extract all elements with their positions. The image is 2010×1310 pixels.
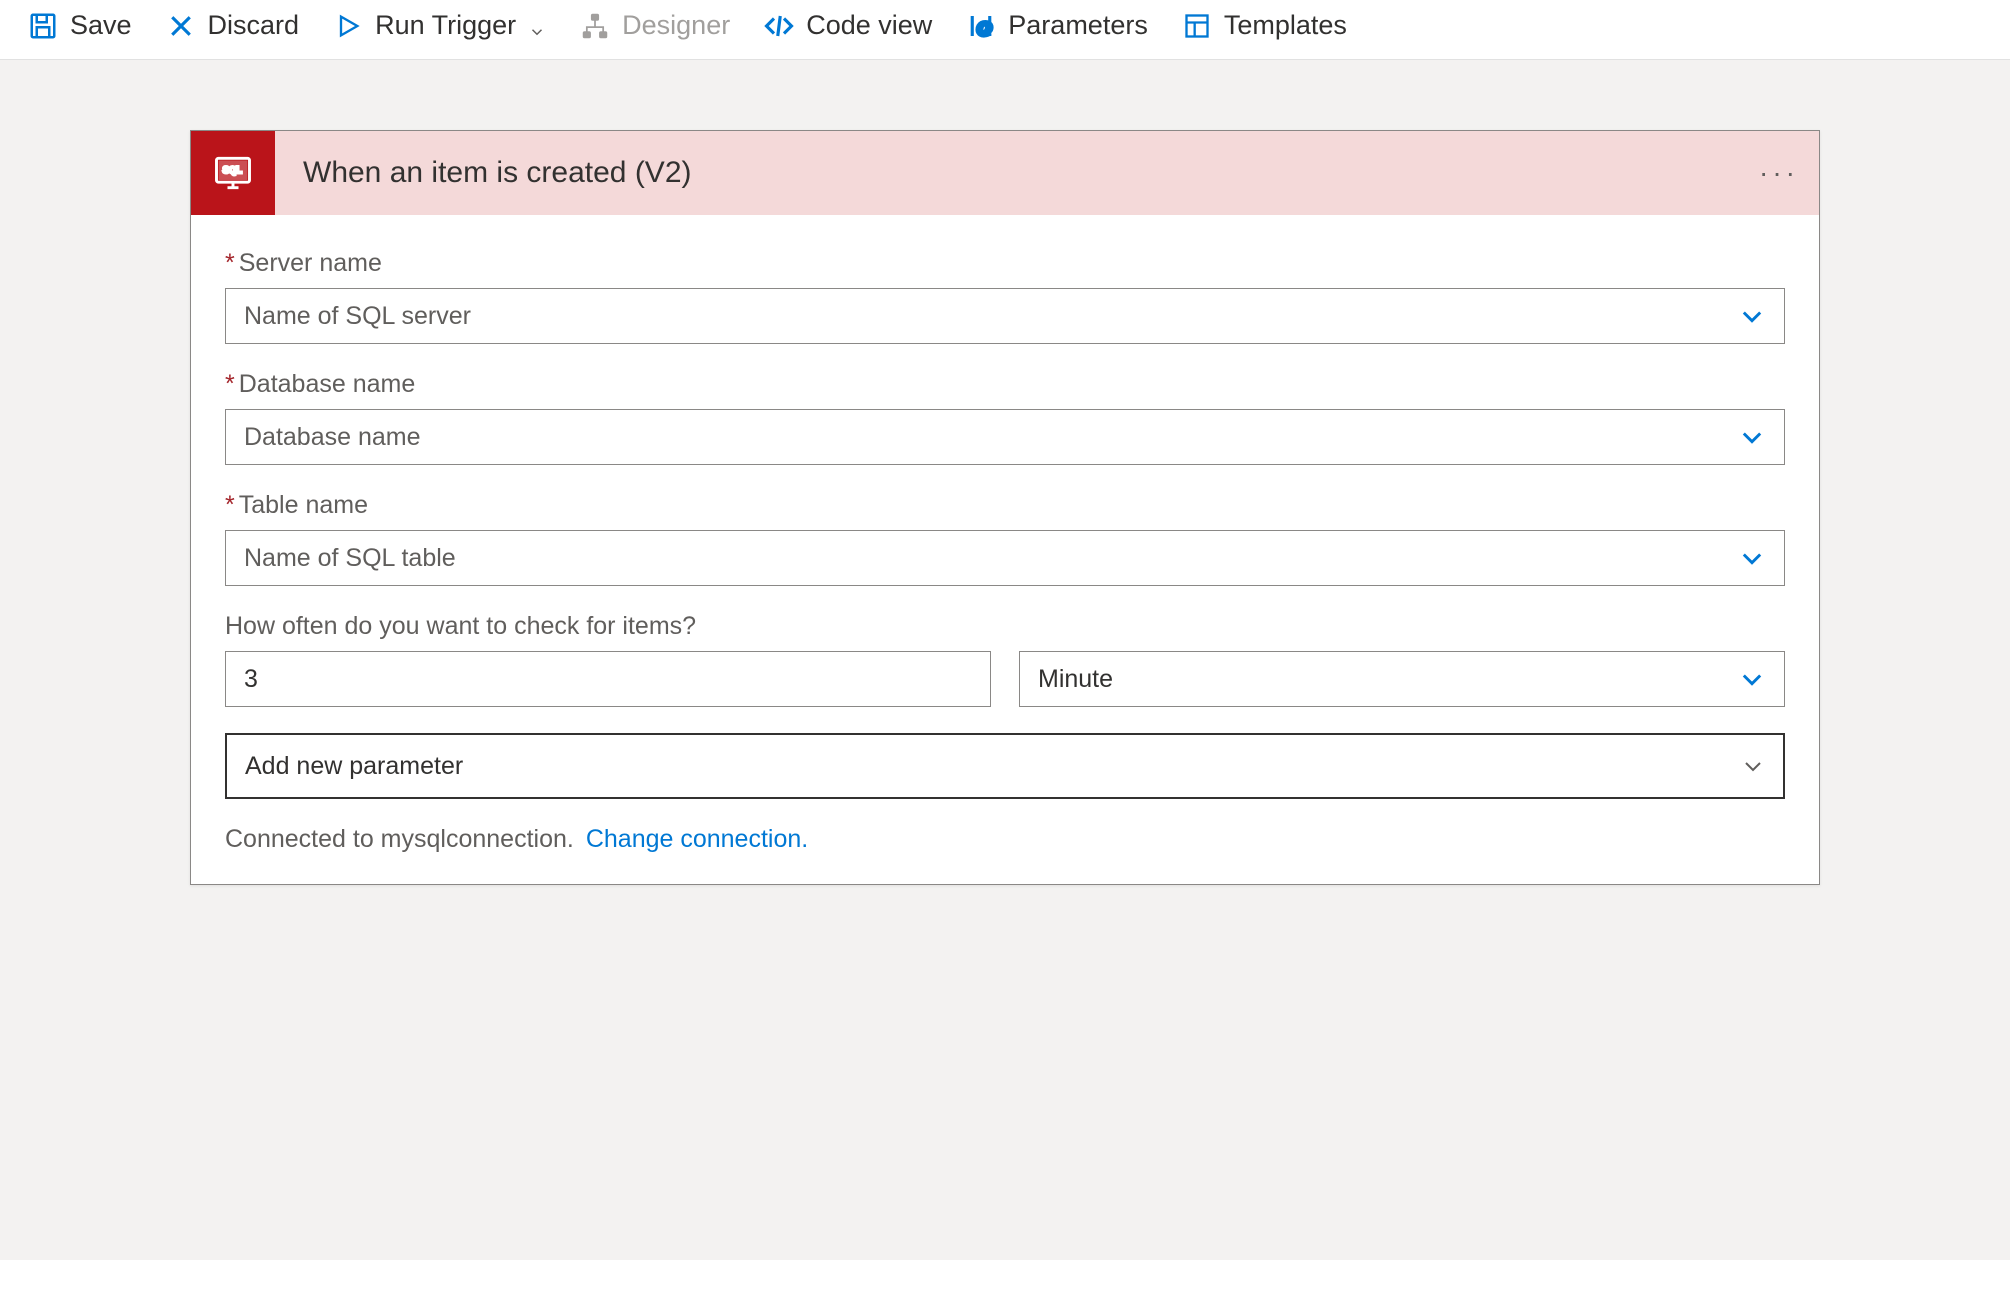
required-marker: * bbox=[225, 491, 235, 520]
field-database-name: * Database name Database name bbox=[225, 370, 1785, 465]
chevron-down-icon bbox=[1741, 754, 1765, 778]
recurrence-label: How often do you want to check for items… bbox=[225, 612, 1785, 641]
server-name-label: * Server name bbox=[225, 249, 1785, 278]
close-icon bbox=[166, 11, 196, 41]
code-icon bbox=[764, 11, 794, 41]
templates-label: Templates bbox=[1224, 10, 1347, 41]
ellipsis-icon: ··· bbox=[1759, 157, 1799, 189]
save-icon bbox=[28, 11, 58, 41]
card-body: * Server name Name of SQL server * Datab… bbox=[191, 215, 1819, 884]
svg-text:SQL: SQL bbox=[223, 165, 242, 175]
table-name-label: * Table name bbox=[225, 491, 1785, 520]
card-title: When an item is created (V2) bbox=[275, 156, 1759, 190]
play-icon bbox=[333, 11, 363, 41]
chevron-down-icon bbox=[1738, 302, 1766, 330]
code-view-label: Code view bbox=[806, 10, 932, 41]
sql-connector-icon: SQL bbox=[191, 131, 275, 215]
server-name-value: Name of SQL server bbox=[244, 302, 1738, 331]
database-name-value: Database name bbox=[244, 423, 1738, 452]
field-server-name: * Server name Name of SQL server bbox=[225, 249, 1785, 344]
parameters-icon: @ bbox=[966, 11, 996, 41]
svg-text:@: @ bbox=[976, 17, 993, 37]
save-label: Save bbox=[70, 10, 132, 41]
database-name-dropdown[interactable]: Database name bbox=[225, 409, 1785, 465]
templates-button[interactable]: Templates bbox=[1182, 10, 1347, 41]
required-marker: * bbox=[225, 370, 235, 399]
card-menu-button[interactable]: ··· bbox=[1759, 157, 1819, 189]
code-view-button[interactable]: Code view bbox=[764, 10, 932, 41]
chevron-down-icon bbox=[528, 17, 546, 35]
table-name-value: Name of SQL table bbox=[244, 544, 1738, 573]
interval-input[interactable]: 3 bbox=[225, 651, 991, 707]
field-recurrence: How often do you want to check for items… bbox=[225, 612, 1785, 799]
recurrence-row: 3 Minute bbox=[225, 651, 1785, 707]
discard-button[interactable]: Discard bbox=[166, 10, 300, 41]
connection-status: Connected to mysqlconnection. Change con… bbox=[225, 825, 1785, 864]
save-button[interactable]: Save bbox=[28, 10, 132, 41]
parameters-label: Parameters bbox=[1008, 10, 1148, 41]
chevron-down-icon bbox=[1738, 665, 1766, 693]
connection-text: Connected to mysqlconnection. bbox=[225, 825, 574, 854]
field-table-name: * Table name Name of SQL table bbox=[225, 491, 1785, 586]
designer-button: Designer bbox=[580, 10, 730, 41]
database-name-label: * Database name bbox=[225, 370, 1785, 399]
table-name-dropdown[interactable]: Name of SQL table bbox=[225, 530, 1785, 586]
chevron-down-icon bbox=[1738, 544, 1766, 572]
run-trigger-label: Run Trigger bbox=[375, 10, 516, 41]
designer-canvas: SQL When an item is created (V2) ··· * S… bbox=[0, 60, 2010, 1260]
templates-icon bbox=[1182, 11, 1212, 41]
server-name-dropdown[interactable]: Name of SQL server bbox=[225, 288, 1785, 344]
run-trigger-button[interactable]: Run Trigger bbox=[333, 10, 546, 41]
interval-value: 3 bbox=[244, 665, 258, 694]
change-connection-link[interactable]: Change connection. bbox=[586, 825, 808, 854]
frequency-value: Minute bbox=[1038, 665, 1738, 694]
required-marker: * bbox=[225, 249, 235, 278]
card-header[interactable]: SQL When an item is created (V2) ··· bbox=[191, 131, 1819, 215]
parameters-button[interactable]: @ Parameters bbox=[966, 10, 1148, 41]
frequency-dropdown[interactable]: Minute bbox=[1019, 651, 1785, 707]
trigger-card: SQL When an item is created (V2) ··· * S… bbox=[190, 130, 1820, 885]
designer-icon bbox=[580, 11, 610, 41]
toolbar: Save Discard Run Trigger Designer Code v… bbox=[0, 0, 2010, 60]
discard-label: Discard bbox=[208, 10, 300, 41]
designer-label: Designer bbox=[622, 10, 730, 41]
chevron-down-icon bbox=[1738, 423, 1766, 451]
add-param-label: Add new parameter bbox=[245, 752, 1741, 781]
add-new-parameter-dropdown[interactable]: Add new parameter bbox=[225, 733, 1785, 799]
